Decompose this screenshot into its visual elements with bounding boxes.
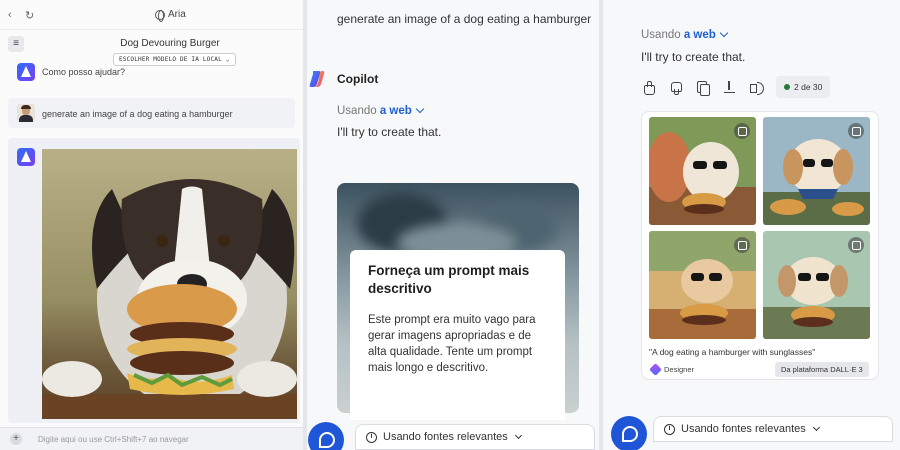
image-action-icon[interactable] <box>734 237 750 253</box>
image-action-icon[interactable] <box>848 237 864 253</box>
user-prompt: generate an image of a dog eating a hamb… <box>42 109 233 119</box>
copy-icon[interactable] <box>695 80 710 96</box>
using-source: a web <box>379 105 412 117</box>
dog-burger-illustration <box>42 179 297 419</box>
generated-image-3[interactable] <box>649 231 756 339</box>
download-icon[interactable] <box>722 80 737 95</box>
message-input-bar[interactable]: + Digite aqui ou use Ctrl+Shift+7 ao nav… <box>0 427 303 450</box>
web-source-toggle[interactable]: Usando a web <box>337 104 425 117</box>
model-selector-button[interactable]: ESCOLHER MODELO DE IA LOCAL ⌄ <box>113 53 236 66</box>
image-action-icon[interactable] <box>734 123 750 139</box>
new-topic-button[interactable] <box>308 422 344 450</box>
globe-icon <box>155 9 165 22</box>
new-topic-button[interactable] <box>611 416 647 450</box>
assistant-name: Copilot <box>337 72 379 86</box>
image-caption: "A dog eating a hamburger with sunglasse… <box>649 347 816 357</box>
aria-chat-panel: ‹ ↻ Aria ≡ Dog Devouring Burger ESCOLHER… <box>0 0 303 450</box>
web-source-toggle[interactable]: Usando a web <box>641 28 729 41</box>
counter-text: 2 de 30 <box>794 82 823 92</box>
app-name: Aria <box>168 9 186 20</box>
conversation-title: Dog Devouring Burger <box>120 38 220 49</box>
generated-dog-image[interactable] <box>42 149 297 419</box>
message-input-placeholder[interactable]: Digite aqui ou use Ctrl+Shift+7 ao naveg… <box>38 435 189 444</box>
plus-icon[interactable]: + <box>10 433 22 445</box>
designer-link[interactable]: Designer <box>649 363 695 376</box>
copilot-panel-vague-prompt: generate an image of a dog eating a hamb… <box>307 0 599 450</box>
browser-top-bar: ‹ ↻ Aria <box>0 0 303 30</box>
generated-image-2[interactable] <box>763 117 870 225</box>
app-title: Aria <box>155 9 186 22</box>
back-icon[interactable]: ‹ <box>8 9 12 21</box>
generated-image-1[interactable] <box>649 117 756 225</box>
designer-logo-icon <box>649 363 662 376</box>
aria-logo <box>17 63 35 81</box>
chevron-down-icon <box>812 423 820 431</box>
sources-label: Usando fontes relevantes <box>681 423 806 435</box>
warning-body: Este prompt era muito vago para gerar im… <box>368 314 536 374</box>
chevron-down-icon <box>514 431 522 439</box>
relevant-sources-button[interactable]: i Usando fontes relevantes <box>653 416 893 442</box>
assistant-reply: I'll try to create that. <box>337 125 442 139</box>
relevant-sources-button[interactable]: i Usando fontes relevantes <box>355 424 595 450</box>
chevron-down-icon <box>415 104 425 114</box>
aria-logo <box>17 148 35 166</box>
using-source: a web <box>683 29 716 41</box>
response-actions: 2 de 30 <box>641 76 831 98</box>
using-prefix: Usando <box>337 105 377 117</box>
warning-title: Forneça um prompt mais descritivo <box>368 263 530 296</box>
assistant-reply: I'll try to create that. <box>641 50 746 64</box>
platform-badge: Da plataforma DALL·E 3 <box>775 362 869 377</box>
vague-prompt-warning: Forneça um prompt mais descritivo Este p… <box>350 250 565 420</box>
response-counter: 2 de 30 <box>776 76 831 98</box>
using-prefix: Usando <box>641 29 681 41</box>
image-action-icon[interactable] <box>848 123 864 139</box>
copilot-logo-icon <box>309 71 325 87</box>
thumbs-down-icon[interactable] <box>668 80 683 95</box>
status-dot <box>784 84 790 90</box>
greeting-message: Como posso ajudar? <box>42 67 126 77</box>
user-prompt: generate an image of a dog eating a hamb… <box>337 12 592 26</box>
chevron-down-icon <box>719 28 729 38</box>
speaker-icon[interactable] <box>749 80 764 95</box>
copilot-panel-generated-images: Usando a web I'll try to create that. 2 … <box>603 0 900 450</box>
info-icon: i <box>366 431 377 443</box>
user-avatar <box>17 104 35 122</box>
thumbs-up-icon[interactable] <box>641 80 656 95</box>
info-icon: i <box>664 423 675 435</box>
refresh-icon[interactable]: ↻ <box>25 9 34 22</box>
generated-image-4[interactable] <box>763 231 870 339</box>
sources-label: Usando fontes relevantes <box>383 431 508 443</box>
designer-label: Designer <box>664 365 695 374</box>
